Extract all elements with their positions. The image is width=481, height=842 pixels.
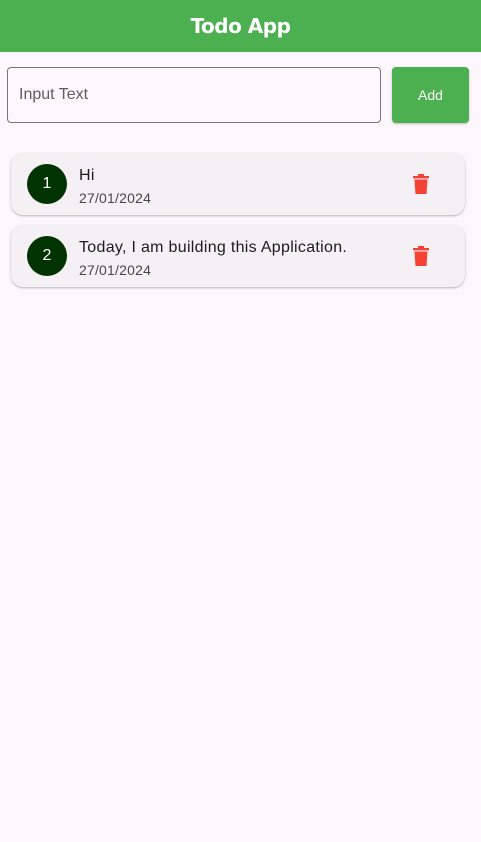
todo-date: 27/01/2024 [79, 190, 152, 206]
todo-list: 1 Hi 27/01/2024 2 Today, I am building t… [11, 153, 465, 297]
delete-icon [413, 246, 429, 266]
input-row: Add [7, 67, 469, 123]
add-button[interactable]: Add [392, 67, 469, 123]
todo-item[interactable]: 2 Today, I am building this Application.… [11, 225, 465, 287]
todo-date: 27/01/2024 [79, 262, 152, 278]
todo-text: Today, I am building this Application. [79, 239, 348, 256]
todo-index-avatar: 2 [27, 236, 67, 276]
delete-button[interactable] [407, 170, 435, 198]
app-bar: Todo App [0, 0, 481, 52]
todo-text-input[interactable] [7, 67, 381, 123]
app-title: Todo App [190, 14, 291, 38]
delete-button[interactable] [407, 242, 435, 270]
todo-item[interactable]: 1 Hi 27/01/2024 [11, 153, 465, 215]
delete-icon [413, 174, 429, 194]
todo-index-avatar: 1 [27, 164, 67, 204]
todo-text: Hi [79, 167, 95, 184]
